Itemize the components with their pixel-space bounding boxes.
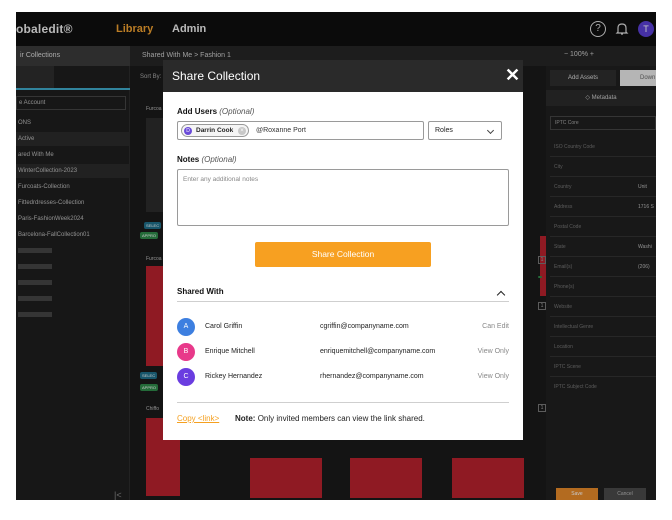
member-avatar: C [177,368,195,386]
section-divider [177,402,509,403]
note-label: Note: [235,414,256,423]
member-name: Enrique Mitchell [205,348,255,355]
notes-title: Notes [177,155,200,164]
notes-label: Notes (Optional) [177,155,237,164]
shared-with-heading: Shared With [177,287,224,296]
note-body: Only invited members can view the link s… [257,414,425,423]
modal-title: Share Collection [172,69,261,83]
roles-select[interactable]: Roles [428,121,502,140]
remove-chip-icon[interactable]: × [238,127,246,135]
member-name: Carol Griffin [205,323,243,330]
copy-link[interactable]: Copy <link> [177,414,219,423]
member-email: rhernandez@companyname.com [320,373,424,380]
member-email: enriquemitchell@companyname.com [320,348,436,355]
modal-header: Share Collection ✕ [163,60,523,92]
roles-select-value: Roles [435,127,453,134]
add-users-input[interactable] [256,122,416,139]
member-avatar: B [177,343,195,361]
optional-hint: (Optional) [201,155,237,164]
member-name: Rickey Hernandez [205,373,263,380]
add-users-field[interactable]: D Darrin Cook × [177,121,424,140]
share-note: Note: Only invited members can view the … [235,414,425,423]
member-role[interactable]: View Only [463,348,509,355]
member-email: cgriffin@companyname.com [320,323,409,330]
user-chip[interactable]: D Darrin Cook × [181,124,249,137]
member-avatar: A [177,318,195,336]
section-divider [177,301,509,302]
close-icon[interactable]: ✕ [505,65,520,85]
notes-input[interactable] [177,169,509,226]
add-users-label: Add Users (Optional) [177,107,254,116]
chevron-up-icon[interactable] [496,290,506,300]
member-role[interactable]: View Only [463,373,509,380]
share-collection-button[interactable]: Share Collection [255,242,431,267]
chip-name: Darrin Cook [196,127,234,134]
share-collection-modal: Add Users (Optional) D Darrin Cook × Rol… [163,92,523,440]
member-role[interactable]: Can Edit [463,323,509,330]
add-users-title: Add Users [177,107,218,116]
chip-avatar: D [184,127,192,135]
optional-hint: (Optional) [219,107,255,116]
chevron-down-icon [486,126,495,135]
